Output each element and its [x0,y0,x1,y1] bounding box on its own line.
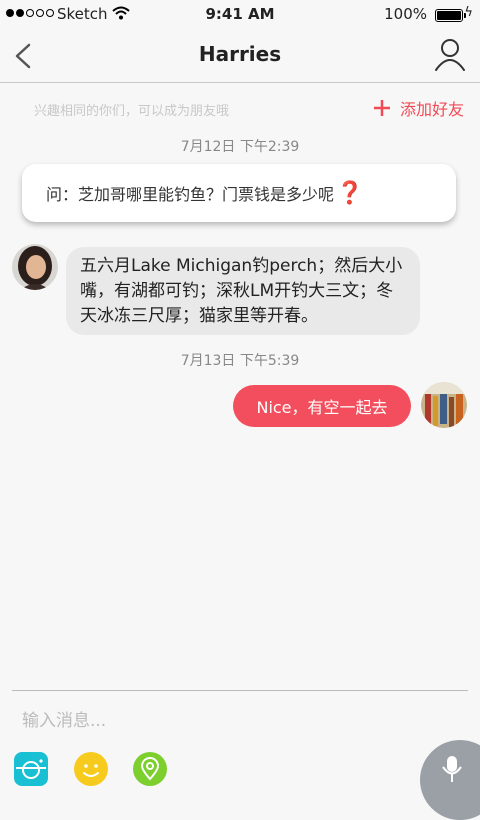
charging-icon: ϟ [464,5,473,20]
location-button[interactable] [133,752,167,786]
emoji-button[interactable] [74,752,108,786]
camera-button[interactable] [14,752,48,786]
hint-text: 兴趣相同的你们，可以成为朋友哦 [34,104,230,119]
status-bar: Sketch 9:41 AM 100% ϟ [0,0,480,30]
timestamp: 7月13日 下午5:39 [180,353,300,369]
avatar[interactable] [421,382,467,428]
smiley-icon [83,764,99,777]
outgoing-message-text: Nice，有空一起去 [256,398,388,417]
voice-input-button[interactable] [420,740,480,820]
battery-icon [435,9,466,22]
camera-icon [16,759,46,779]
add-friend-button[interactable]: 添加好友 [372,96,464,120]
input-divider [12,690,468,691]
question-mark-icon: ❓ [336,180,364,206]
incoming-message: 五六月Lake Michigan钓perch；然后大小嘴，有湖都可钓；深秋LM开… [66,247,420,335]
profile-icon[interactable] [434,36,466,72]
message-input[interactable] [12,702,412,740]
microphone-icon [442,756,462,782]
location-pin-icon [140,757,160,781]
hint-row: 兴趣相同的你们，可以成为朋友哦 添加好友 [0,90,480,126]
incoming-message-text: 五六月Lake Michigan钓perch；然后大小嘴，有湖都可钓；深秋LM开… [80,256,403,326]
plus-icon [373,100,390,116]
question-text: 问：芝加哥哪里能钓鱼？门票钱是多少呢 [46,185,335,204]
question-card[interactable]: 问：芝加哥哪里能钓鱼？门票钱是多少呢 ❓ [22,164,456,222]
page-title: Harries [198,42,282,66]
timestamp: 7月12日 下午2:39 [180,139,300,155]
battery-percentage: 100% [384,5,427,23]
avatar[interactable] [12,244,58,290]
add-friend-label: 添加好友 [399,100,464,119]
outgoing-message: Nice，有空一起去 [233,385,411,427]
nav-bar: Harries [0,30,480,83]
